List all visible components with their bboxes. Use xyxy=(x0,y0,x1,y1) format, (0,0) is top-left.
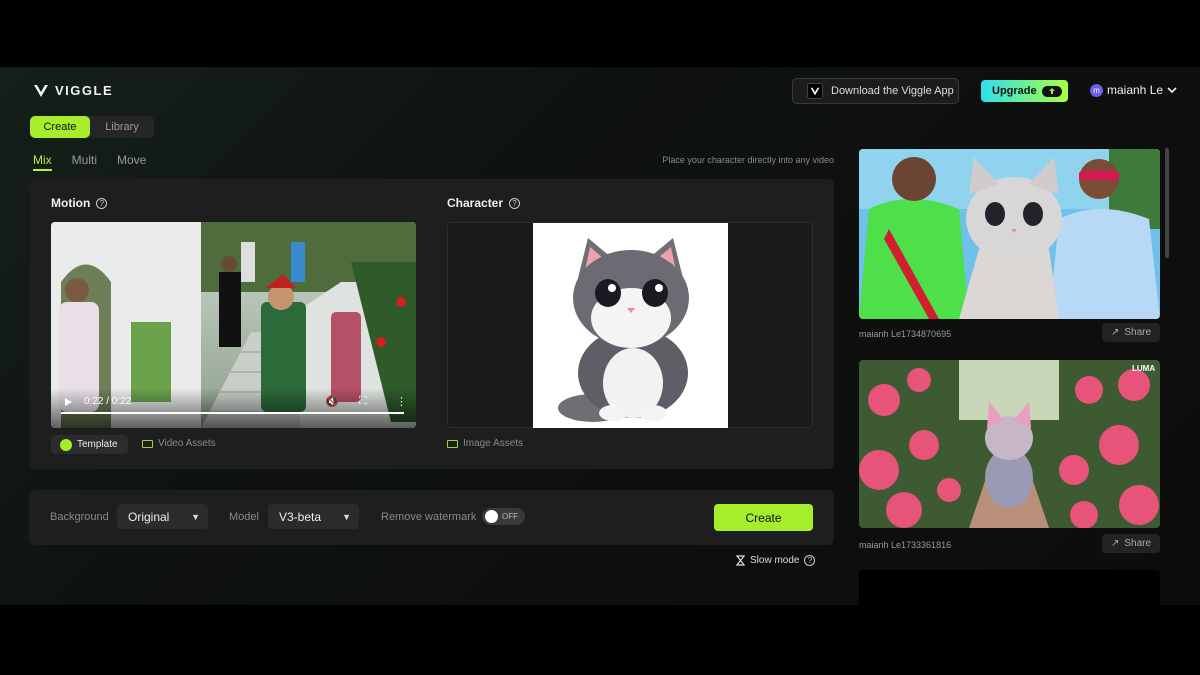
feed-scrollbar[interactable] xyxy=(1165,148,1169,258)
avatar: m xyxy=(1090,83,1103,97)
share-button[interactable]: ↗ Share xyxy=(1102,323,1160,342)
upgrade-label: Upgrade xyxy=(992,85,1037,97)
share-button[interactable]: ↗ Share xyxy=(1102,534,1160,553)
viggle-app-icon xyxy=(807,83,823,99)
template-button[interactable]: Template xyxy=(51,435,128,454)
user-menu[interactable]: m maianh Le xyxy=(1090,83,1177,97)
create-library-tabs: Create Library xyxy=(30,116,154,138)
character-image xyxy=(533,223,728,428)
share-label: Share xyxy=(1124,538,1152,549)
upgrade-button[interactable]: Upgrade xyxy=(981,80,1068,102)
video-time: 0:22 / 0:22 xyxy=(84,396,132,407)
mode-hint: Place your character directly into any v… xyxy=(662,155,834,165)
feed-card-2[interactable]: LUMA xyxy=(859,360,1160,528)
chevron-down-icon: ▼ xyxy=(191,511,200,522)
help-icon[interactable]: ? xyxy=(804,555,816,566)
mode-tab-mix[interactable]: Mix xyxy=(33,153,52,171)
watermark-label: Remove watermark xyxy=(381,511,477,523)
chevron-down-icon: ▼ xyxy=(342,511,351,522)
mode-tabs: Mix Multi Move xyxy=(33,153,146,171)
more-options-icon[interactable]: ⋮ xyxy=(396,395,407,408)
feed-card-3[interactable] xyxy=(859,570,1160,605)
hourglass-icon xyxy=(736,555,745,566)
motion-heading: Motion ? xyxy=(51,196,108,210)
folder-icon xyxy=(142,439,153,448)
template-icon xyxy=(60,438,72,451)
input-panel: Motion ? 0:22 / 0:22 🔇 ⛶ ⋮ Template Vide… xyxy=(29,179,834,469)
feed-card-2-meta: maianh Le1733361816 ↗ Share xyxy=(859,534,1160,553)
slow-mode[interactable]: Slow mode ? xyxy=(736,555,816,566)
character-heading: Character ? xyxy=(447,196,521,210)
character-upload[interactable] xyxy=(447,222,813,428)
model-select[interactable]: V3-beta ▼ xyxy=(268,504,359,529)
logo-text: VIGGLE xyxy=(55,83,114,98)
background-label: Background xyxy=(50,511,109,523)
image-assets-link[interactable]: Image Assets xyxy=(447,438,523,449)
tab-library[interactable]: Library xyxy=(90,116,154,138)
feed-thumbnail: LUMA xyxy=(859,360,1160,528)
settings-bar: Background Original ▼ Model V3-beta ▼ Re… xyxy=(29,490,834,545)
feed-card-1-name: maianh Le1734870695 xyxy=(859,329,952,339)
feed-card-2-name: maianh Le1733361816 xyxy=(859,540,952,550)
video-assets-label: Video Assets xyxy=(158,438,216,449)
motion-title: Motion xyxy=(51,196,91,210)
video-controls: 0:22 / 0:22 🔇 ⛶ ⋮ xyxy=(51,388,416,428)
arrow-up-icon xyxy=(1042,85,1062,97)
play-icon[interactable] xyxy=(65,398,72,406)
folder-icon xyxy=(447,439,458,448)
fullscreen-icon[interactable]: ⛶ xyxy=(359,395,367,408)
character-title: Character xyxy=(447,196,504,210)
share-icon: ↗ xyxy=(1110,327,1120,338)
help-icon[interactable]: ? xyxy=(96,197,108,209)
logo-icon xyxy=(34,84,48,97)
background-select[interactable]: Original ▼ xyxy=(117,504,208,529)
model-value: V3-beta xyxy=(279,509,322,524)
mode-tab-move[interactable]: Move xyxy=(117,153,146,171)
motion-video[interactable]: 0:22 / 0:22 🔇 ⛶ ⋮ xyxy=(51,222,416,428)
background-value: Original xyxy=(128,509,170,524)
watermark-toggle[interactable]: OFF xyxy=(482,508,525,525)
video-assets-link[interactable]: Video Assets xyxy=(142,438,216,449)
model-label: Model xyxy=(229,511,259,523)
luma-watermark: LUMA xyxy=(1132,364,1155,373)
share-label: Share xyxy=(1124,327,1152,338)
download-app-button[interactable]: Download the Viggle App xyxy=(792,78,959,104)
share-icon: ↗ xyxy=(1110,538,1120,549)
mute-icon[interactable]: 🔇 xyxy=(325,395,339,408)
viggle-logo[interactable]: VIGGLE xyxy=(33,83,113,98)
user-name: maianh Le xyxy=(1107,83,1164,97)
image-assets-label: Image Assets xyxy=(463,438,524,449)
toggle-knob xyxy=(485,510,498,523)
chevron-down-icon xyxy=(1167,86,1177,93)
slow-mode-label: Slow mode xyxy=(750,555,800,566)
app-window: VIGGLE Download the Viggle App Upgrade m… xyxy=(0,67,1200,605)
mode-tab-multi[interactable]: Multi xyxy=(72,153,97,171)
help-icon[interactable]: ? xyxy=(509,197,521,209)
template-label: Template xyxy=(77,439,118,450)
feed-card-1-meta: maianh Le1734870695 ↗ Share xyxy=(859,323,1160,342)
feed-card-1[interactable] xyxy=(859,149,1160,319)
toggle-state: OFF xyxy=(502,512,518,521)
tab-create[interactable]: Create xyxy=(30,116,90,138)
video-progress-bar[interactable] xyxy=(61,412,404,414)
create-button[interactable]: Create xyxy=(714,504,813,531)
download-app-label: Download the Viggle App xyxy=(831,85,954,97)
feed-thumbnail xyxy=(859,149,1160,319)
